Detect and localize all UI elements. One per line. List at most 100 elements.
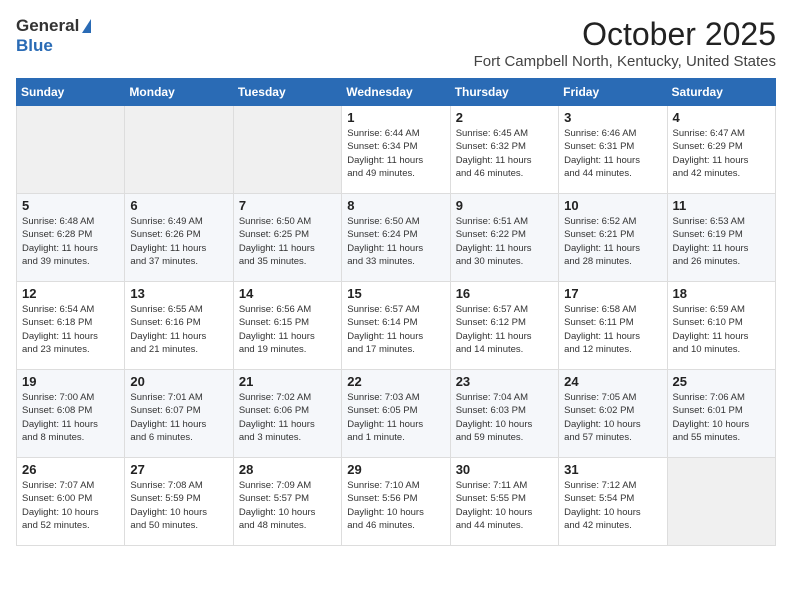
day-info: Sunrise: 6:57 AM Sunset: 6:12 PM Dayligh… [456,303,553,356]
day-info: Sunrise: 6:57 AM Sunset: 6:14 PM Dayligh… [347,303,444,356]
day-info: Sunrise: 7:05 AM Sunset: 6:02 PM Dayligh… [564,391,661,444]
calendar-cell [17,106,125,194]
calendar-cell: 15 Sunrise: 6:57 AM Sunset: 6:14 PM Dayli… [342,282,450,370]
day-info: Sunrise: 6:47 AM Sunset: 6:29 PM Dayligh… [673,127,770,180]
calendar-week-row: 19 Sunrise: 7:00 AM Sunset: 6:08 PM Dayli… [17,370,776,458]
calendar-cell: 7Sunrise: 6:50 AM Sunset: 6:25 PM Daylig… [233,194,341,282]
day-info: Sunrise: 6:46 AM Sunset: 6:31 PM Dayligh… [564,127,661,180]
day-number: 4 [673,110,770,125]
day-number: 18 [673,286,770,301]
calendar-cell: 21Sunrise: 7:02 AM Sunset: 6:06 PM Dayli… [233,370,341,458]
calendar-cell: 26 Sunrise: 7:07 AM Sunset: 6:00 PM Dayli… [17,458,125,546]
calendar-cell: 2 Sunrise: 6:45 AM Sunset: 6:32 PM Daylig… [450,106,558,194]
calendar-cell: 1 Sunrise: 6:44 AM Sunset: 6:34 PM Daylig… [342,106,450,194]
page-header: General Blue October 2025 Fort Campbell … [16,16,776,70]
calendar-cell: 10 Sunrise: 6:52 AM Sunset: 6:21 PM Dayli… [559,194,667,282]
day-number: 6 [130,198,227,213]
calendar-cell: 16Sunrise: 6:57 AM Sunset: 6:12 PM Dayli… [450,282,558,370]
calendar-cell: 19 Sunrise: 7:00 AM Sunset: 6:08 PM Dayli… [17,370,125,458]
day-info: Sunrise: 7:00 AM Sunset: 6:08 PM Dayligh… [22,391,119,444]
logo-arrow-icon [82,19,91,33]
calendar-header-row: SundayMondayTuesdayWednesdayThursdayFrid… [17,79,776,106]
day-number: 21 [239,374,336,389]
calendar-cell: 29Sunrise: 7:10 AM Sunset: 5:56 PM Dayli… [342,458,450,546]
day-number: 25 [673,374,770,389]
day-info: Sunrise: 7:10 AM Sunset: 5:56 PM Dayligh… [347,479,444,532]
calendar-cell: 14 Sunrise: 6:56 AM Sunset: 6:15 PM Dayli… [233,282,341,370]
day-info: Sunrise: 6:48 AM Sunset: 6:28 PM Dayligh… [22,215,119,268]
day-number: 5 [22,198,119,213]
day-info: Sunrise: 7:06 AM Sunset: 6:01 PM Dayligh… [673,391,770,444]
calendar-cell: 13Sunrise: 6:55 AM Sunset: 6:16 PM Dayli… [125,282,233,370]
calendar-cell: 20Sunrise: 7:01 AM Sunset: 6:07 PM Dayli… [125,370,233,458]
day-info: Sunrise: 6:58 AM Sunset: 6:11 PM Dayligh… [564,303,661,356]
day-number: 2 [456,110,553,125]
day-info: Sunrise: 6:53 AM Sunset: 6:19 PM Dayligh… [673,215,770,268]
day-info: Sunrise: 7:07 AM Sunset: 6:00 PM Dayligh… [22,479,119,532]
calendar-cell: 18 Sunrise: 6:59 AM Sunset: 6:10 PM Dayli… [667,282,775,370]
calendar-cell [233,106,341,194]
calendar-cell: 23 Sunrise: 7:04 AM Sunset: 6:03 PM Dayli… [450,370,558,458]
day-number: 23 [456,374,553,389]
calendar-cell: 28 Sunrise: 7:09 AM Sunset: 5:57 PM Dayli… [233,458,341,546]
logo-blue-text: Blue [16,36,53,55]
day-number: 30 [456,462,553,477]
day-info: Sunrise: 7:12 AM Sunset: 5:54 PM Dayligh… [564,479,661,532]
day-number: 26 [22,462,119,477]
day-info: Sunrise: 7:04 AM Sunset: 6:03 PM Dayligh… [456,391,553,444]
calendar-week-row: 26 Sunrise: 7:07 AM Sunset: 6:00 PM Dayli… [17,458,776,546]
day-number: 3 [564,110,661,125]
day-info: Sunrise: 6:51 AM Sunset: 6:22 PM Dayligh… [456,215,553,268]
day-info: Sunrise: 6:45 AM Sunset: 6:32 PM Dayligh… [456,127,553,180]
day-number: 13 [130,286,227,301]
day-number: 15 [347,286,444,301]
day-info: Sunrise: 7:09 AM Sunset: 5:57 PM Dayligh… [239,479,336,532]
calendar-cell: 3 Sunrise: 6:46 AM Sunset: 6:31 PM Daylig… [559,106,667,194]
calendar-week-row: 5 Sunrise: 6:48 AM Sunset: 6:28 PM Daylig… [17,194,776,282]
calendar-cell: 5 Sunrise: 6:48 AM Sunset: 6:28 PM Daylig… [17,194,125,282]
day-info: Sunrise: 6:49 AM Sunset: 6:26 PM Dayligh… [130,215,227,268]
location-title: Fort Campbell North, Kentucky, United St… [474,53,776,70]
calendar-cell: 9 Sunrise: 6:51 AM Sunset: 6:22 PM Daylig… [450,194,558,282]
day-number: 31 [564,462,661,477]
calendar-table: SundayMondayTuesdayWednesdayThursdayFrid… [16,78,776,546]
calendar-cell [667,458,775,546]
day-info: Sunrise: 6:59 AM Sunset: 6:10 PM Dayligh… [673,303,770,356]
day-number: 7 [239,198,336,213]
calendar-cell [125,106,233,194]
day-info: Sunrise: 6:50 AM Sunset: 6:24 PM Dayligh… [347,215,444,268]
day-number: 11 [673,198,770,213]
day-info: Sunrise: 6:44 AM Sunset: 6:34 PM Dayligh… [347,127,444,180]
day-number: 9 [456,198,553,213]
col-header-tuesday: Tuesday [233,79,341,106]
calendar-cell: 4 Sunrise: 6:47 AM Sunset: 6:29 PM Daylig… [667,106,775,194]
day-info: Sunrise: 7:03 AM Sunset: 6:05 PM Dayligh… [347,391,444,444]
col-header-friday: Friday [559,79,667,106]
day-info: Sunrise: 7:01 AM Sunset: 6:07 PM Dayligh… [130,391,227,444]
day-number: 12 [22,286,119,301]
day-info: Sunrise: 6:56 AM Sunset: 6:15 PM Dayligh… [239,303,336,356]
calendar-cell: 11 Sunrise: 6:53 AM Sunset: 6:19 PM Dayli… [667,194,775,282]
day-info: Sunrise: 6:52 AM Sunset: 6:21 PM Dayligh… [564,215,661,268]
logo: General Blue [16,16,91,56]
col-header-thursday: Thursday [450,79,558,106]
calendar-cell: 12 Sunrise: 6:54 AM Sunset: 6:18 PM Dayli… [17,282,125,370]
title-section: October 2025 Fort Campbell North, Kentuc… [474,16,776,70]
calendar-cell: 31 Sunrise: 7:12 AM Sunset: 5:54 PM Dayli… [559,458,667,546]
day-number: 14 [239,286,336,301]
day-number: 17 [564,286,661,301]
calendar-cell: 22Sunrise: 7:03 AM Sunset: 6:05 PM Dayli… [342,370,450,458]
day-number: 10 [564,198,661,213]
day-number: 8 [347,198,444,213]
day-number: 28 [239,462,336,477]
day-number: 1 [347,110,444,125]
day-number: 27 [130,462,227,477]
day-number: 24 [564,374,661,389]
day-info: Sunrise: 6:54 AM Sunset: 6:18 PM Dayligh… [22,303,119,356]
calendar-cell: 30Sunrise: 7:11 AM Sunset: 5:55 PM Dayli… [450,458,558,546]
col-header-sunday: Sunday [17,79,125,106]
day-info: Sunrise: 7:08 AM Sunset: 5:59 PM Dayligh… [130,479,227,532]
calendar-week-row: 12 Sunrise: 6:54 AM Sunset: 6:18 PM Dayli… [17,282,776,370]
day-number: 19 [22,374,119,389]
logo-general-text: General [16,16,79,36]
